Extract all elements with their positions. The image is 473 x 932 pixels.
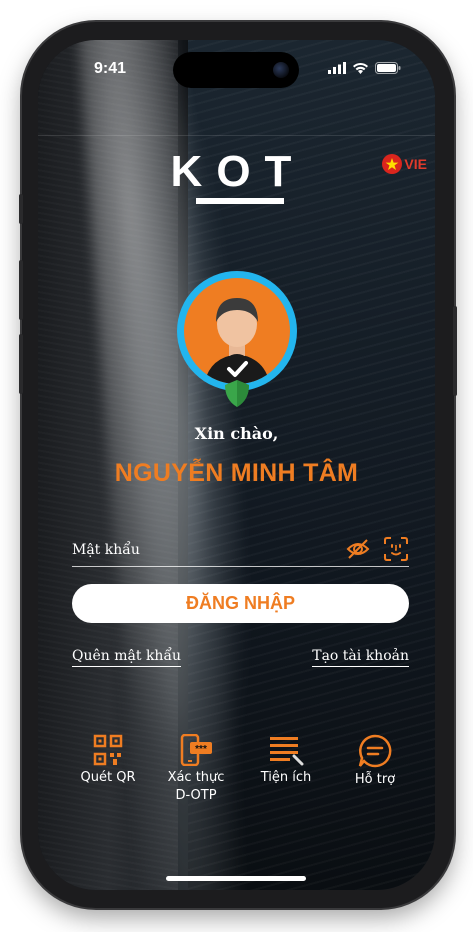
camera-icon — [273, 62, 289, 78]
login-button[interactable]: ĐĂNG NHẬP — [72, 584, 409, 623]
home-indicator[interactable] — [166, 876, 306, 881]
greeting-text: Xin chào, — [194, 424, 279, 443]
battery-icon — [375, 62, 401, 74]
volume-up-button — [19, 260, 23, 320]
menu-label-qr-scan: Quét QR — [80, 770, 136, 785]
menu-label-utilities: Tiện ích — [260, 770, 312, 785]
chat-support-icon — [358, 734, 392, 768]
action-button — [19, 194, 23, 224]
signal-icon — [328, 62, 346, 74]
vietnam-flag-icon — [382, 154, 403, 174]
menu-item-support[interactable]: Hỗ trợ — [330, 734, 420, 787]
face-id-icon[interactable] — [383, 536, 409, 562]
qr-scan-icon — [93, 734, 123, 766]
menu-item-qr-scan[interactable]: Quét QR — [63, 734, 153, 785]
utilities-icon — [270, 737, 304, 766]
menu-item-utilities[interactable]: Tiện ích — [241, 734, 331, 785]
user-name: NGUYỄN MINH TÂM — [114, 459, 359, 487]
user-avatar — [174, 268, 300, 407]
language-switch[interactable]: VIE — [382, 154, 427, 174]
svg-text:***: *** — [195, 744, 207, 755]
avatar-image — [177, 271, 297, 407]
wifi-icon — [353, 62, 368, 74]
kot-logo: KOT — [171, 147, 306, 204]
volume-down-button — [19, 334, 23, 394]
eye-off-icon[interactable] — [345, 536, 371, 562]
login-screen: 9:41 KOT VIE Xin chào, NGUYỄN MINH TÂM M… — [38, 40, 435, 890]
create-account-link[interactable]: Tạo tài khoản — [312, 648, 409, 667]
shield-icon — [225, 380, 249, 407]
menu-label-d-otp-line1: Xác thực — [167, 770, 225, 785]
password-placeholder: Mật khẩu — [72, 542, 140, 558]
menu-item-d-otp[interactable]: *** Xác thực D-OTP — [151, 734, 241, 807]
status-time: 9:41 — [94, 60, 127, 77]
forgot-password-link[interactable]: Quên mật khẩu — [72, 648, 182, 667]
otp-phone-icon: *** — [180, 734, 212, 766]
menu-label-d-otp-line2: D-OTP — [175, 788, 217, 803]
dynamic-island — [173, 52, 299, 88]
power-button — [453, 306, 457, 396]
menu-label-support: Hỗ trợ — [354, 772, 396, 787]
language-code: VIE — [404, 156, 427, 172]
password-actions — [345, 536, 409, 562]
header-divider — [38, 135, 435, 136]
verified-check-icon — [222, 354, 252, 384]
status-icons — [328, 62, 401, 74]
logo-text: KOT — [171, 147, 306, 196]
password-field[interactable]: Mật khẩu — [72, 536, 409, 567]
